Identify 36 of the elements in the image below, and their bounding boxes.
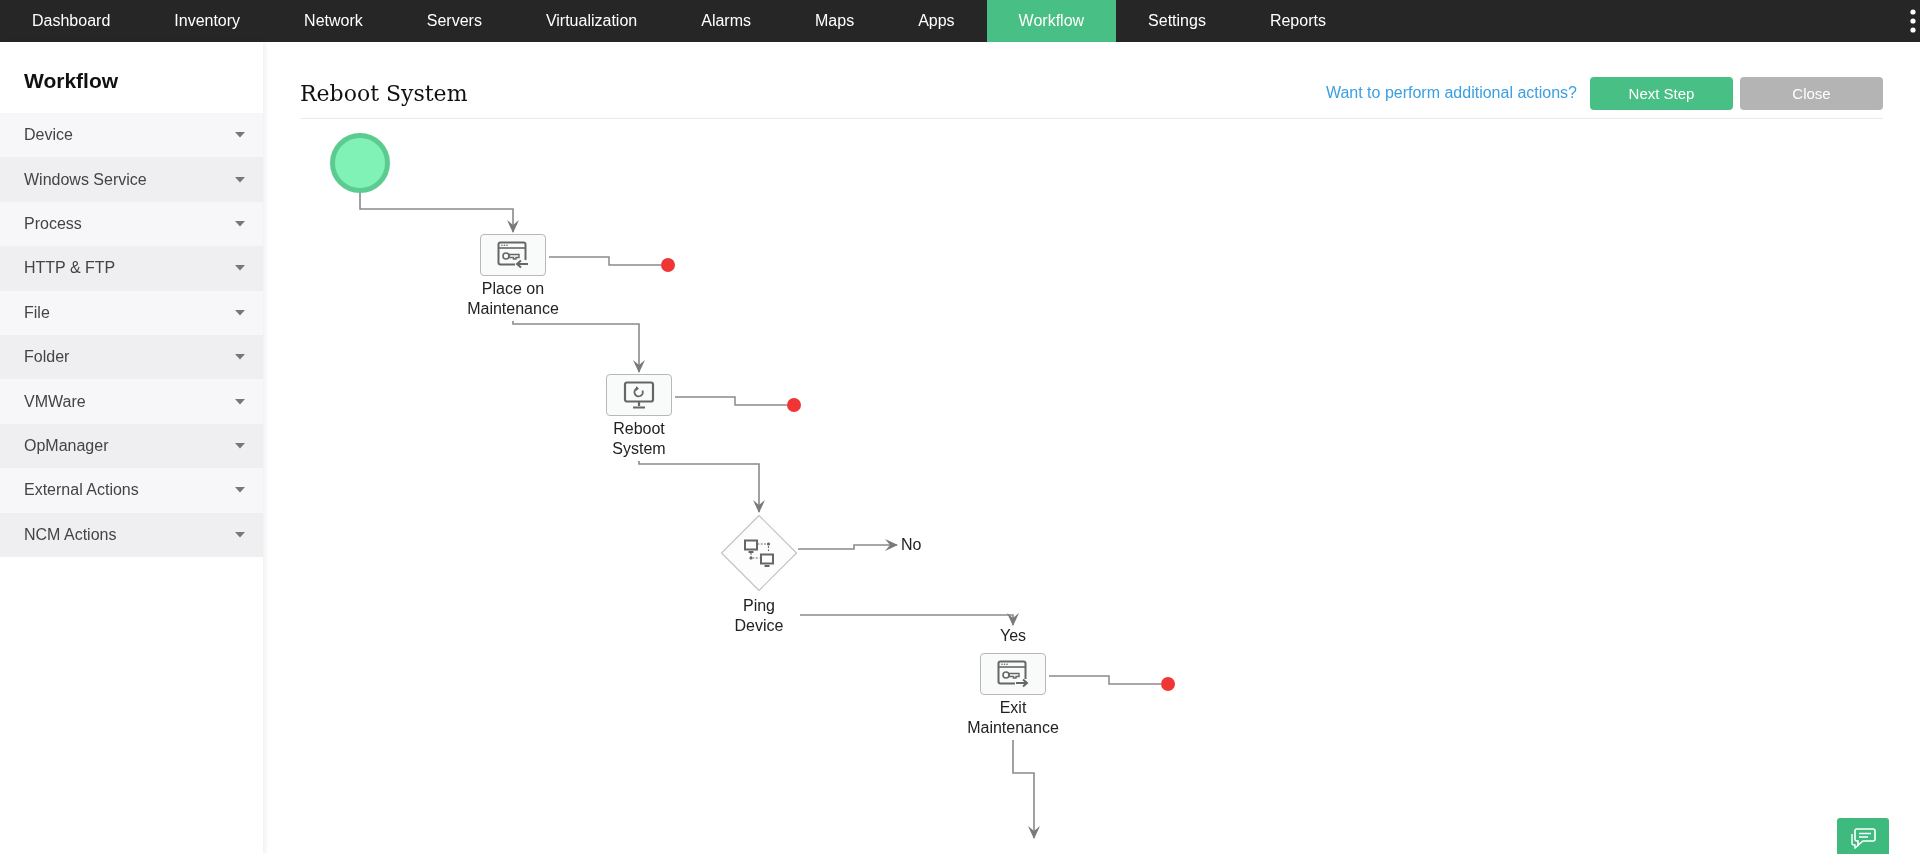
networked-monitors-icon <box>745 540 773 566</box>
sidebar-item[interactable]: Folder <box>0 334 263 380</box>
nav-tab[interactable]: Servers <box>394 0 514 42</box>
sidebar-item[interactable]: Windows Service <box>0 157 263 202</box>
node-label: Reboot System <box>611 419 667 459</box>
sidebar-item[interactable]: Process <box>0 201 263 247</box>
branch-label: No <box>901 535 923 555</box>
more-options-icon[interactable] <box>1910 9 1916 33</box>
nav-tab[interactable]: Inventory <box>142 0 273 42</box>
nav-tab[interactable]: Virtualization <box>513 0 670 42</box>
sidebar-item[interactable]: HTTP & FTP <box>0 246 263 291</box>
sidebar-item[interactable]: Device <box>0 113 263 158</box>
sidebar-title: Workflow <box>24 68 119 93</box>
page-title: Reboot System <box>300 80 469 106</box>
sidebar-item[interactable]: File <box>0 290 263 335</box>
sidebar-item[interactable]: External Actions <box>0 468 263 513</box>
nav-tab[interactable]: Settings <box>1116 0 1238 42</box>
sidebar-item[interactable]: OpManager <box>0 423 263 469</box>
nav-tab[interactable]: Dashboard <box>0 0 143 42</box>
end-marker-icon <box>1161 677 1175 691</box>
chat-icon <box>1849 826 1877 849</box>
end-marker-icon <box>661 258 675 272</box>
monitor-refresh-icon <box>623 381 655 409</box>
sidebar-item[interactable]: VMWare <box>0 379 263 424</box>
node-label: Place on Maintenance <box>466 279 560 319</box>
nav-tab[interactable]: Network <box>272 0 395 42</box>
nav-tab[interactable]: Reports <box>1237 0 1358 42</box>
sidebar-item[interactable]: NCM Actions <box>0 512 263 557</box>
nav-tab[interactable]: Maps <box>783 0 887 42</box>
end-marker-icon <box>787 398 801 412</box>
node-label: Ping Device <box>733 596 785 636</box>
branch-label: Yes <box>998 626 1028 646</box>
start-node <box>330 133 390 193</box>
node-label: Exit Maintenance <box>966 698 1060 738</box>
nav-tab[interactable]: Alarms <box>669 0 783 42</box>
nav-tab[interactable]: Apps <box>886 0 987 42</box>
